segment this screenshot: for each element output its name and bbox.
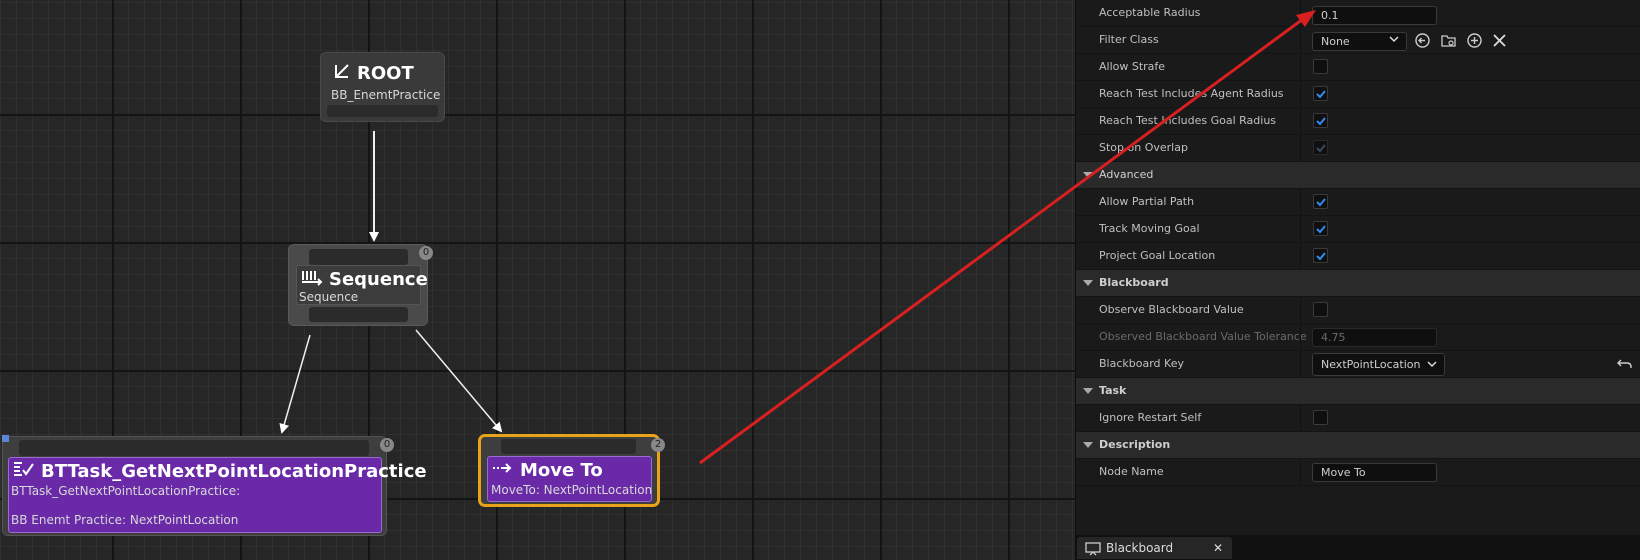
- row-allow-partial: Allow Partial Path: [1076, 189, 1640, 216]
- moveto-execution-index: 2: [651, 438, 665, 452]
- section-description[interactable]: Description: [1076, 432, 1640, 459]
- row-ignore-restart: Ignore Restart Self: [1076, 405, 1640, 432]
- blackboard-tab-label: Blackboard: [1106, 541, 1174, 555]
- task-line2: BB Enemt Practice: NextPointLocation: [11, 513, 239, 527]
- node-name-input[interactable]: Move To: [1312, 463, 1437, 482]
- clear-icon[interactable]: [1491, 32, 1508, 49]
- acceptable-radius-input[interactable]: 0.1: [1312, 6, 1437, 25]
- observe-bb-label: Observe Blackboard Value: [1099, 303, 1244, 316]
- reset-to-default-icon[interactable]: [1616, 355, 1633, 372]
- task-line1: BTTask_GetNextPointLocationPractice:: [11, 484, 241, 498]
- root-title: ROOT: [357, 63, 414, 84]
- stop-overlap-label: Stop on Overlap: [1099, 141, 1188, 154]
- expand-triangle-icon: [1083, 442, 1093, 448]
- node-name-label: Node Name: [1099, 465, 1164, 478]
- section-task[interactable]: Task: [1076, 378, 1640, 405]
- sequence-subtitle: Sequence: [299, 290, 359, 304]
- project-goal-checkbox[interactable]: [1313, 248, 1328, 263]
- row-node-name: Node Name Move To: [1076, 459, 1640, 486]
- behavior-tree-graph[interactable]: ROOT BB_EnemtPractice Sequence Sequence …: [0, 0, 1075, 560]
- row-bb-key: Blackboard Key NextPointLocation: [1076, 351, 1640, 378]
- sequence-node[interactable]: Sequence Sequence: [288, 244, 428, 326]
- blackboard-tab[interactable]: Blackboard ✕: [1077, 537, 1232, 559]
- expand-triangle-icon: [1083, 388, 1093, 394]
- reach-goal-checkbox[interactable]: [1313, 113, 1328, 128]
- track-moving-label: Track Moving Goal: [1099, 222, 1200, 235]
- root-node[interactable]: ROOT BB_EnemtPractice: [320, 52, 445, 122]
- edge-sequence-moveto: [415, 329, 503, 433]
- row-reach-goal: Reach Test Includes Goal Radius: [1076, 108, 1640, 135]
- sequence-execution-index: 0: [419, 246, 433, 260]
- ignore-restart-label: Ignore Restart Self: [1099, 411, 1202, 424]
- row-project-goal: Project Goal Location: [1076, 243, 1640, 270]
- row-allow-strafe: Allow Strafe: [1076, 54, 1640, 81]
- root-subtitle: BB_EnemtPractice: [331, 88, 441, 102]
- allow-partial-checkbox[interactable]: [1313, 194, 1328, 209]
- task-input-pin[interactable]: [19, 440, 369, 456]
- chevron-down-icon: [1427, 359, 1437, 372]
- advanced-section-label: Advanced: [1099, 168, 1154, 181]
- row-observe-bb: Observe Blackboard Value: [1076, 297, 1640, 324]
- browse-folder-icon[interactable]: [1440, 32, 1457, 49]
- row-filter-class: Filter Class None: [1076, 27, 1640, 54]
- allow-partial-label: Allow Partial Path: [1099, 195, 1195, 208]
- chevron-down-icon: [1389, 34, 1399, 47]
- row-acceptable-radius: Acceptable Radius 0.1: [1076, 0, 1640, 27]
- description-section-label: Description: [1099, 438, 1171, 451]
- add-icon[interactable]: [1466, 32, 1483, 49]
- expand-triangle-icon: [1083, 172, 1093, 178]
- edge-sequence-task: [279, 334, 311, 434]
- bb-key-value: NextPointLocation: [1321, 358, 1421, 371]
- use-selected-icon[interactable]: [1414, 32, 1431, 49]
- project-goal-label: Project Goal Location: [1099, 249, 1216, 262]
- row-observed-tolerance: Observed Blackboard Value Tolerance 4.75: [1076, 324, 1640, 351]
- task-node[interactable]: BTTask_GetNextPointLocationPractice BTTa…: [2, 436, 427, 536]
- reach-agent-checkbox[interactable]: [1313, 86, 1328, 101]
- task-icon: [13, 460, 35, 483]
- task-breakpoint-marker: [2, 435, 9, 442]
- reach-agent-label: Reach Test Includes Agent Radius: [1099, 87, 1284, 100]
- moveto-node[interactable]: Move To MoveTo: NextPointLocation: [478, 434, 660, 507]
- filter-class-dropdown[interactable]: None: [1312, 32, 1407, 51]
- row-reach-agent: Reach Test Includes Agent Radius: [1076, 81, 1640, 108]
- blackboard-section-label: Blackboard: [1099, 276, 1169, 289]
- task-execution-index: 0: [380, 438, 394, 452]
- section-blackboard[interactable]: Blackboard: [1076, 270, 1640, 297]
- expand-triangle-icon: [1083, 280, 1093, 286]
- observed-tolerance-input: 4.75: [1312, 328, 1437, 347]
- bottom-tab-bar: Blackboard ✕: [1075, 535, 1640, 560]
- blackboard-icon: [1085, 541, 1101, 560]
- moveto-icon: [492, 459, 514, 482]
- bb-key-label: Blackboard Key: [1099, 357, 1184, 370]
- stop-overlap-checkbox: [1313, 140, 1328, 155]
- moveto-title: Move To: [520, 460, 603, 481]
- root-icon: [333, 62, 351, 85]
- section-advanced[interactable]: Advanced: [1076, 162, 1640, 189]
- moveto-subtitle: MoveTo: NextPointLocation: [491, 483, 653, 497]
- bb-key-dropdown[interactable]: NextPointLocation: [1312, 353, 1445, 376]
- row-stop-overlap: Stop on Overlap: [1076, 135, 1640, 162]
- track-moving-checkbox[interactable]: [1313, 221, 1328, 236]
- details-panel: Acceptable Radius 0.1 Filter Class None …: [1075, 0, 1640, 535]
- reach-goal-label: Reach Test Includes Goal Radius: [1099, 114, 1277, 127]
- sequence-icon: [301, 268, 323, 291]
- allow-strafe-checkbox[interactable]: [1313, 59, 1328, 74]
- moveto-input-pin[interactable]: [501, 439, 636, 454]
- filter-class-value: None: [1321, 35, 1350, 48]
- sequence-title: Sequence: [329, 269, 428, 290]
- task-section-label: Task: [1099, 384, 1127, 397]
- root-output-pin[interactable]: [327, 105, 438, 117]
- filter-class-label: Filter Class: [1099, 33, 1159, 46]
- ignore-restart-checkbox[interactable]: [1313, 410, 1328, 425]
- row-track-moving: Track Moving Goal: [1076, 216, 1640, 243]
- task-title: BTTask_GetNextPointLocationPractice: [41, 461, 427, 482]
- allow-strafe-label: Allow Strafe: [1099, 60, 1166, 73]
- close-icon[interactable]: ✕: [1213, 541, 1223, 555]
- sequence-input-pin[interactable]: [309, 249, 408, 265]
- sequence-output-pin[interactable]: [309, 307, 408, 322]
- acceptable-radius-label: Acceptable Radius: [1099, 6, 1201, 19]
- observed-tolerance-label: Observed Blackboard Value Tolerance: [1099, 330, 1307, 343]
- observe-bb-checkbox[interactable]: [1313, 302, 1328, 317]
